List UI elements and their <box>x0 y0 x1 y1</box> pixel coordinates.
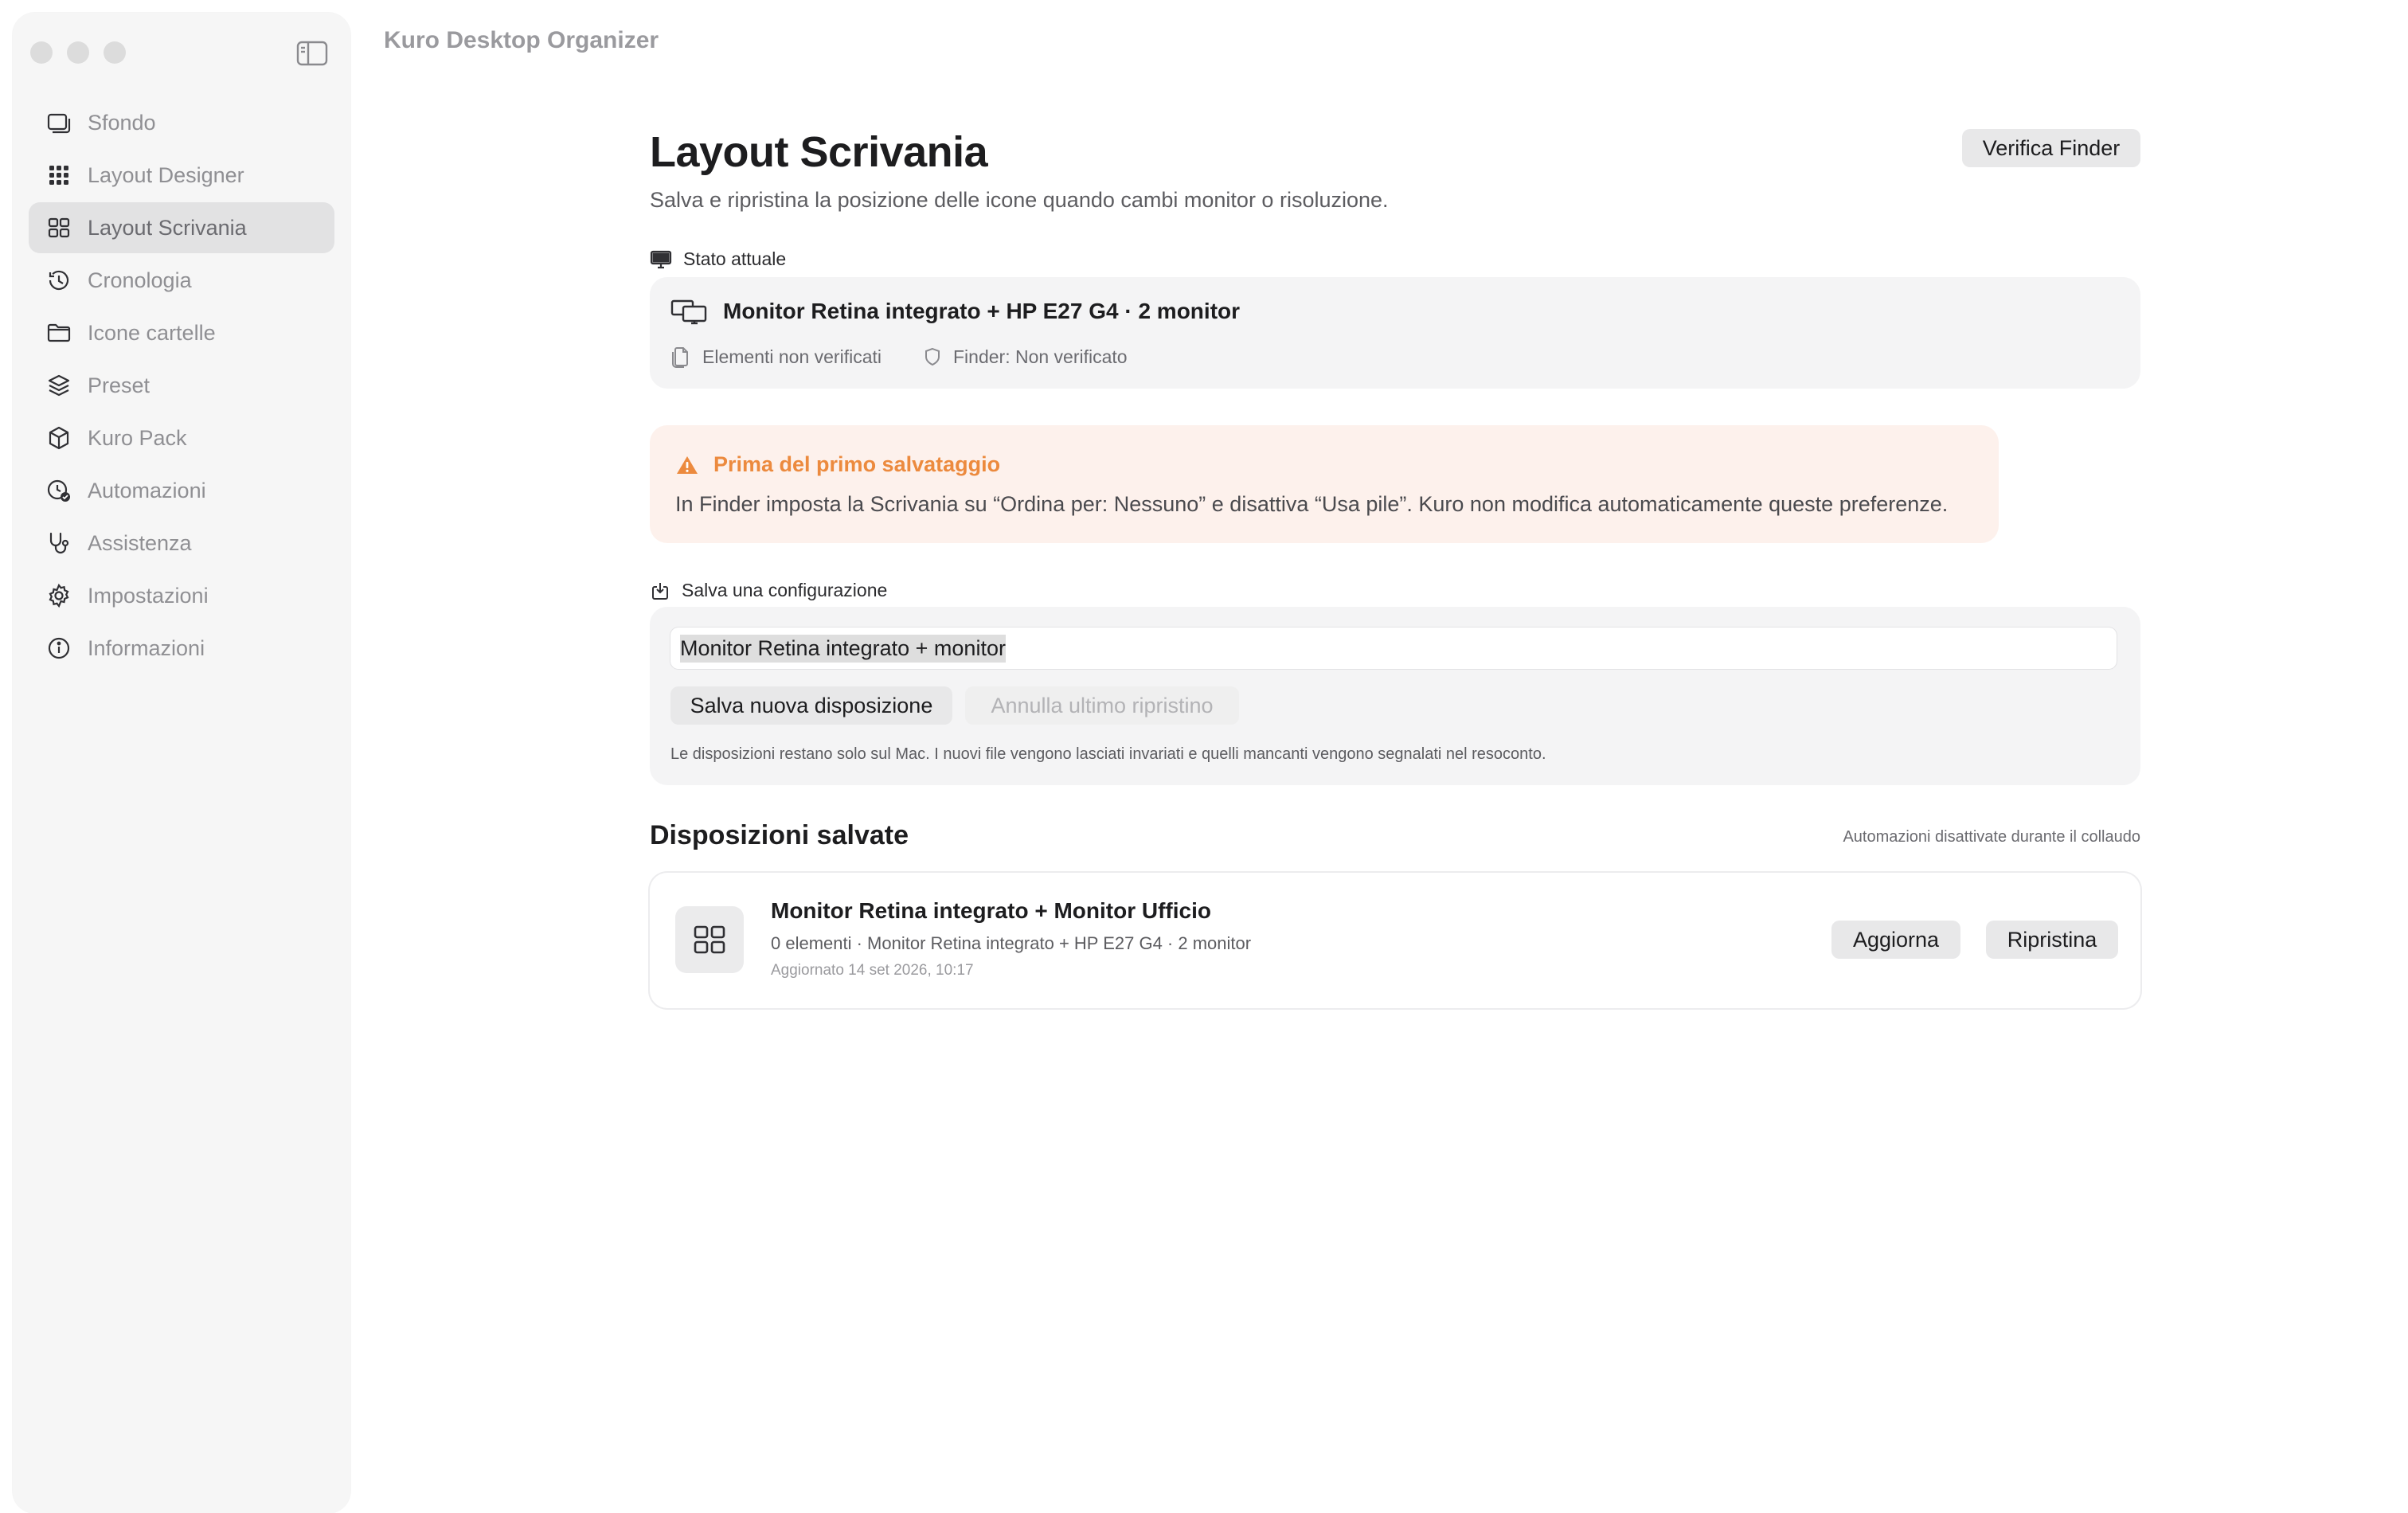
sidebar-item-cronologia[interactable]: Cronologia <box>29 255 334 306</box>
layout-name-input[interactable]: Monitor Retina integrato + monitor <box>670 627 2117 669</box>
warning-banner: Prima del primo salvataggio In Finder im… <box>650 425 1999 543</box>
dual-monitor-icon <box>670 298 707 325</box>
saved-layout-row: Monitor Retina integrato + Monitor Uffic… <box>650 873 2140 1008</box>
saved-layouts-note: Automazioni disattivate durante il colla… <box>1843 828 2140 846</box>
status-meta-row: Elementi non verificati Finder: Non veri… <box>670 346 1128 368</box>
status-section-title: Stato attuale <box>683 248 787 269</box>
status-section-label: Stato attuale <box>650 248 786 270</box>
close-window-button[interactable] <box>30 41 53 64</box>
window-title: Kuro Desktop Organizer <box>384 27 659 53</box>
warning-triangle-icon <box>675 455 699 475</box>
save-section-title: Salva una configurazione <box>682 580 888 600</box>
sidebar-item-icone-cartelle[interactable]: Icone cartelle <box>29 307 334 358</box>
restore-layout-button[interactable]: Ripristina <box>1986 921 2118 959</box>
clock-check-icon <box>46 478 72 503</box>
sidebar-item-label: Impostazioni <box>88 583 209 608</box>
sidebar-nav: Sfondo Layout Designer Layout Scrivania <box>29 97 334 675</box>
sidebar-item-label: Kuro Pack <box>88 425 187 450</box>
sidebar-item-label: Layout Designer <box>88 162 244 187</box>
status-card: Monitor Retina integrato + HP E27 G4 · 2… <box>650 277 2140 389</box>
warning-title: Prima del primo salvataggio <box>713 452 1001 476</box>
history-icon <box>46 268 72 293</box>
sidebar-item-layout-scrivania[interactable]: Layout Scrivania <box>29 202 334 253</box>
status-monitor-row: Monitor Retina integrato + HP E27 G4 · 2… <box>670 298 1240 325</box>
zoom-window-button[interactable] <box>104 41 126 64</box>
display-icon <box>650 249 672 270</box>
sidebar-item-label: Icone cartelle <box>88 320 216 345</box>
elements-status-text: Elementi non verificati <box>702 346 882 367</box>
sidebar-item-informazioni[interactable]: Informazioni <box>29 623 334 674</box>
sidebar-item-layout-designer[interactable]: Layout Designer <box>29 150 334 201</box>
sidebar-item-label: Sfondo <box>88 110 156 135</box>
layout-name-value: Monitor Retina integrato + monitor <box>680 634 1006 663</box>
warning-title-row: Prima del primo salvataggio <box>675 452 1000 477</box>
sidebar-item-label: Cronologia <box>88 268 192 292</box>
layout-thumbnail-icon <box>675 906 744 973</box>
box-icon <box>46 425 72 451</box>
saved-layouts-title: Disposizioni salvate <box>650 820 909 850</box>
sidebar-item-label: Assistenza <box>88 530 192 555</box>
sidebar-item-automazioni[interactable]: Automazioni <box>29 465 334 516</box>
saved-layout-meta: 0 elementi · Monitor Retina integrato + … <box>771 933 1252 953</box>
grid-dots-icon <box>46 162 72 188</box>
undo-last-restore-button[interactable]: Annulla ultimo ripristino <box>965 686 1239 725</box>
verify-finder-button[interactable]: Verifica Finder <box>1962 129 2140 167</box>
update-layout-button[interactable]: Aggiorna <box>1831 921 1960 959</box>
sidebar-item-label: Automazioni <box>88 478 206 502</box>
sidebar-toggle-icon[interactable] <box>296 40 328 67</box>
gear-icon <box>46 583 72 608</box>
sidebar-item-label: Layout Scrivania <box>88 215 247 240</box>
sidebar: Sfondo Layout Designer Layout Scrivania <box>13 13 350 1513</box>
sidebar-item-sfondo[interactable]: Sfondo <box>29 97 334 148</box>
status-monitor-text: Monitor Retina integrato + HP E27 G4 · 2… <box>723 299 1241 323</box>
folder-icon <box>46 320 72 346</box>
warning-text: In Finder imposta la Scrivania su “Ordin… <box>675 492 1949 516</box>
documents-icon <box>670 346 691 368</box>
save-download-icon <box>650 581 670 601</box>
saved-layout-name: Monitor Retina integrato + Monitor Uffic… <box>771 898 1211 923</box>
page-title: Layout Scrivania <box>650 128 988 176</box>
saved-layout-date: Aggiornato 14 set 2026, 10:17 <box>771 962 974 979</box>
save-new-layout-button[interactable]: Salva nuova disposizione <box>670 686 952 725</box>
sidebar-item-label: Preset <box>88 373 150 397</box>
grid-icon <box>46 215 72 240</box>
page-subtitle: Salva e ripristina la posizione delle ic… <box>650 188 1389 212</box>
finder-status-text: Finder: Non verificato <box>953 346 1128 367</box>
minimize-window-button[interactable] <box>67 41 89 64</box>
sidebar-item-assistenza[interactable]: Assistenza <box>29 518 334 569</box>
sidebar-item-impostazioni[interactable]: Impostazioni <box>29 570 334 621</box>
wallpaper-icon <box>46 110 72 135</box>
stethoscope-icon <box>46 530 72 556</box>
sidebar-item-preset[interactable]: Preset <box>29 360 334 411</box>
layers-icon <box>46 373 72 398</box>
save-section-label: Salva una configurazione <box>650 580 887 601</box>
sidebar-item-kuro-pack[interactable]: Kuro Pack <box>29 412 334 463</box>
save-card: Monitor Retina integrato + monitor Salva… <box>650 607 2140 785</box>
info-icon <box>46 635 72 661</box>
sidebar-item-label: Informazioni <box>88 635 205 660</box>
shield-icon <box>923 346 942 367</box>
save-hint-text: Le disposizioni restano solo sul Mac. I … <box>670 745 1546 763</box>
